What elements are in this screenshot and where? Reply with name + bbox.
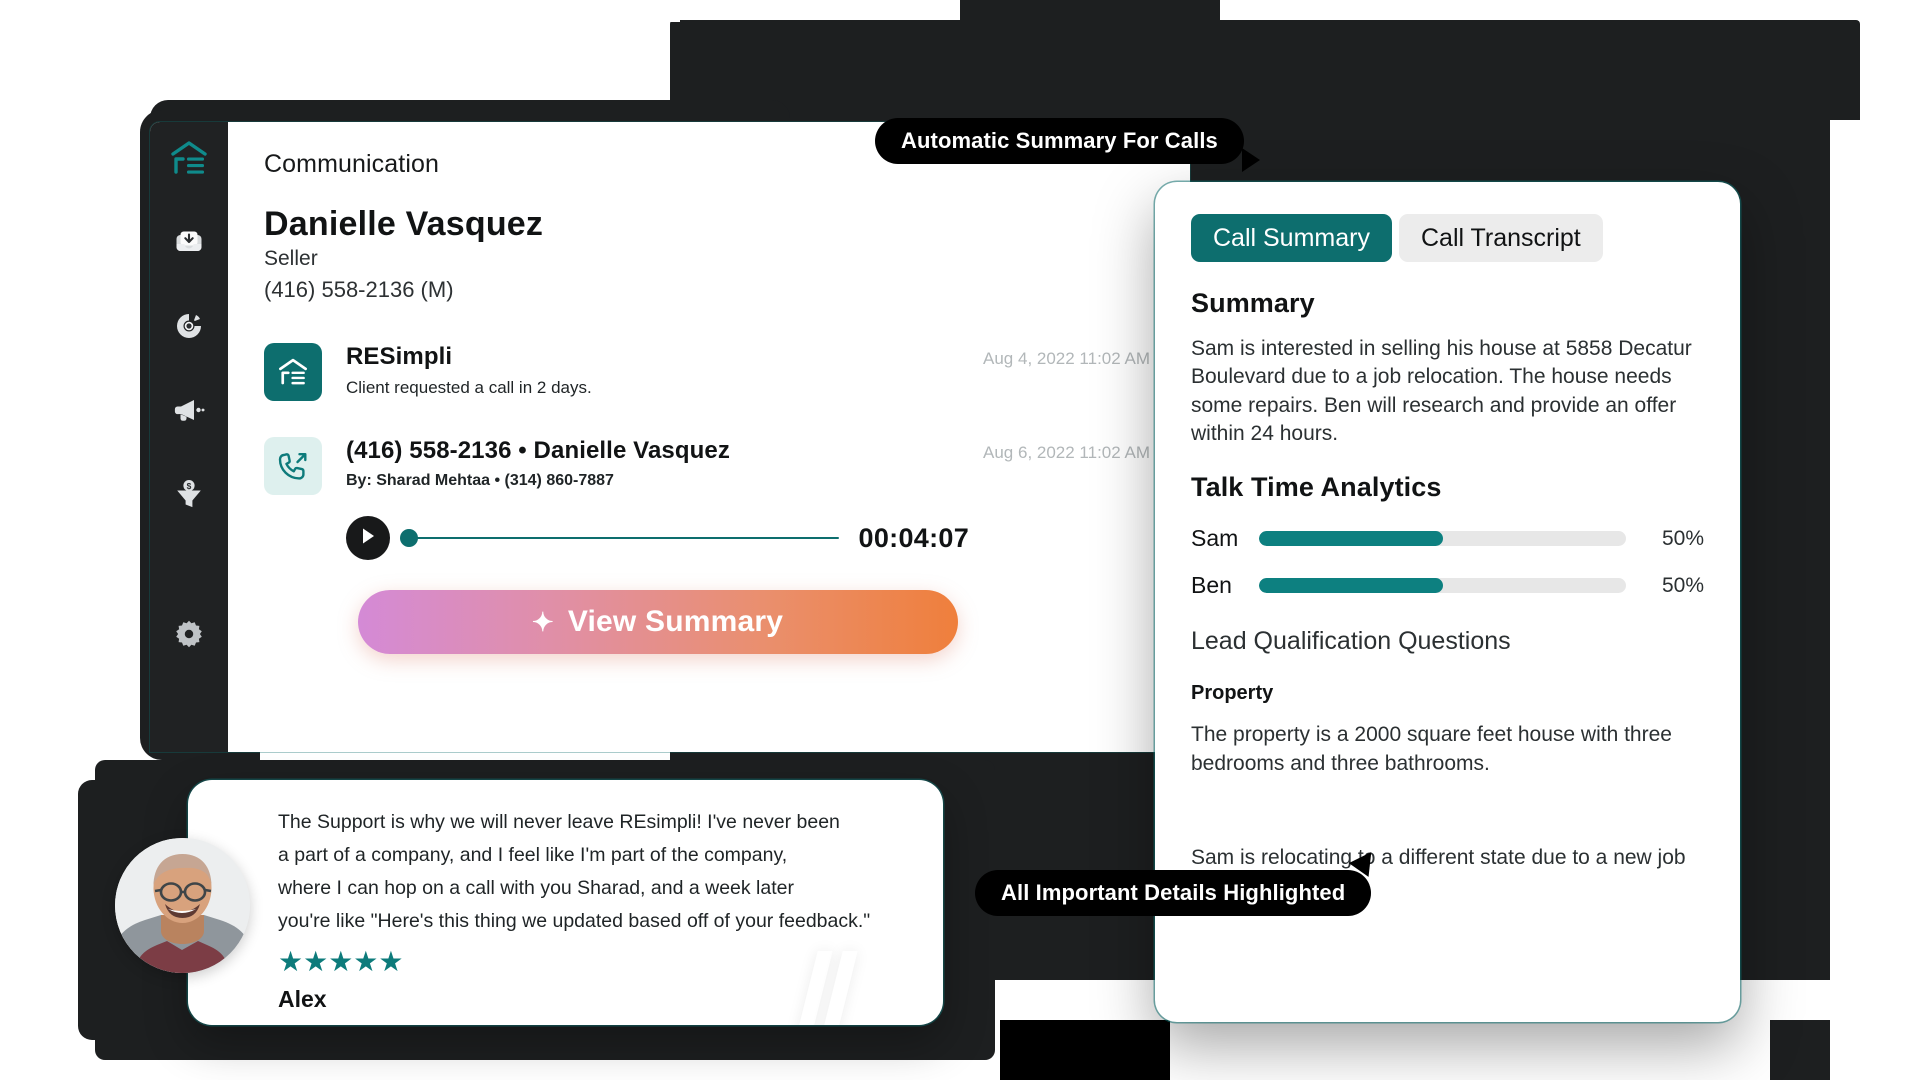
dollar-funnel-icon: $ (175, 479, 203, 509)
backdrop-white-right (1830, 120, 1920, 980)
list-item-title: RESimpli (346, 343, 453, 370)
tab-call-summary[interactable]: Call Summary (1191, 214, 1392, 262)
outgoing-call-icon (264, 437, 322, 495)
talk-time-track (1259, 578, 1626, 594)
screenshot-root: $ Communication Danielle Vasquez Seller … (0, 0, 1920, 1080)
tooltip-automatic-summary: Automatic Summary For Calls (875, 118, 1260, 172)
tooltip-top-label: Automatic Summary For Calls (901, 128, 1218, 153)
testimonial-line: where I can hop on a call with you Shara… (278, 877, 794, 899)
list-item-timestamp: Aug 6, 2022 11:02 AM (983, 443, 1150, 462)
gear-icon (175, 620, 203, 648)
talk-time-heading: Talk Time Analytics (1191, 472, 1442, 503)
list-item-subtitle: Client requested a call in 2 days. (346, 378, 592, 397)
list-item[interactable]: RESimpli Client requested a call in 2 da… (264, 343, 1150, 401)
summary-text: Sam is interested in selling his house a… (1191, 337, 1692, 446)
backdrop-white-topleft (0, 0, 680, 22)
quote-mark-icon (796, 951, 858, 1025)
resimpli-logo-icon (170, 140, 208, 176)
app-window: $ Communication Danielle Vasquez Seller … (150, 122, 1190, 752)
audio-duration: 00:04:07 (858, 522, 970, 553)
activity-list: RESimpli Client requested a call in 2 da… (264, 343, 1150, 654)
target-dot-icon (175, 312, 203, 340)
summary-heading: Summary (1191, 288, 1315, 318)
view-summary-label: View Summary (567, 605, 784, 638)
sparkle-icon: ✦ (531, 606, 554, 637)
talk-time-track (1259, 531, 1626, 547)
avatar (115, 838, 250, 973)
play-icon (360, 527, 376, 550)
audio-scrubber[interactable] (400, 529, 839, 547)
summary-tabs: Call Summary Call Transcript (1191, 214, 1704, 262)
sidebar-item-logo[interactable] (167, 136, 211, 180)
audio-track (406, 537, 839, 539)
property-text: The property is a 2000 square feet house… (1191, 723, 1672, 775)
talk-time-value: 50% (1661, 573, 1704, 597)
list-item[interactable]: (416) 558-2136 • Danielle Vasquez By: Sh… (264, 437, 1150, 654)
talk-time-row: Ben 50% (1191, 572, 1704, 599)
list-item-subtitle: By: Sharad Mehtaa • (314) 860-7887 (346, 472, 614, 489)
view-summary-button[interactable]: ✦ View Summary (357, 590, 958, 654)
tooltip-bottom-label: All Important Details Highlighted (1001, 880, 1346, 905)
testimonial-line: The Support is why we will never leave R… (278, 811, 840, 833)
testimonial-line: you're like "Here's this thing we update… (278, 910, 871, 932)
sidebar: $ (150, 122, 228, 752)
resimpli-logo-icon (264, 343, 322, 401)
testimonial-line: a part of a company, and I feel like I'm… (278, 844, 788, 866)
audio-player: 00:04:07 (346, 516, 969, 560)
sidebar-item-inbox[interactable] (167, 220, 211, 264)
talk-time-fill (1259, 578, 1443, 594)
inbox-download-icon (174, 227, 204, 257)
sidebar-item-activity[interactable] (167, 304, 211, 348)
sidebar-item-funnel[interactable]: $ (167, 472, 211, 516)
lead-name: Danielle Vasquez (264, 205, 544, 243)
backdrop-foot-right (1770, 1020, 1830, 1080)
svg-text:$: $ (187, 481, 192, 491)
talk-time-chart: Sam 50% Ben 50% (1191, 525, 1704, 599)
talk-time-row: Sam 50% (1191, 525, 1704, 552)
testimonial-card: The Support is why we will never leave R… (188, 780, 943, 1025)
tooltip-arrow-icon (1241, 148, 1260, 172)
property-heading: Property (1191, 682, 1274, 705)
backdrop-notch-top (960, 0, 1220, 60)
tab-call-transcript[interactable]: Call Transcript (1398, 214, 1603, 262)
sidebar-item-marketing[interactable] (167, 388, 211, 432)
lead-phone: (416) 558-2136 (M) (264, 277, 454, 302)
megaphone-icon (173, 397, 205, 423)
backdrop-foot-center (1000, 1020, 1170, 1080)
lead-qualification-heading: Lead Qualification Questions (1191, 627, 1511, 656)
main-content: Communication Danielle Vasquez Seller (4… (228, 122, 1190, 752)
sidebar-item-settings[interactable] (167, 612, 211, 656)
tooltip-details-highlighted: All Important Details Highlighted (975, 845, 1382, 916)
talk-time-fill (1259, 531, 1443, 547)
talk-time-label: Sam (1191, 525, 1239, 552)
play-button[interactable] (346, 516, 390, 560)
audio-playhead[interactable] (400, 529, 418, 547)
lead-role: Seller (264, 247, 318, 270)
list-item-title: (416) 558-2136 • Danielle Vasquez (346, 437, 730, 464)
talk-time-label: Ben (1191, 572, 1232, 599)
talk-time-value: 50% (1661, 526, 1704, 550)
list-item-timestamp: Aug 4, 2022 11:02 AM (983, 349, 1150, 368)
